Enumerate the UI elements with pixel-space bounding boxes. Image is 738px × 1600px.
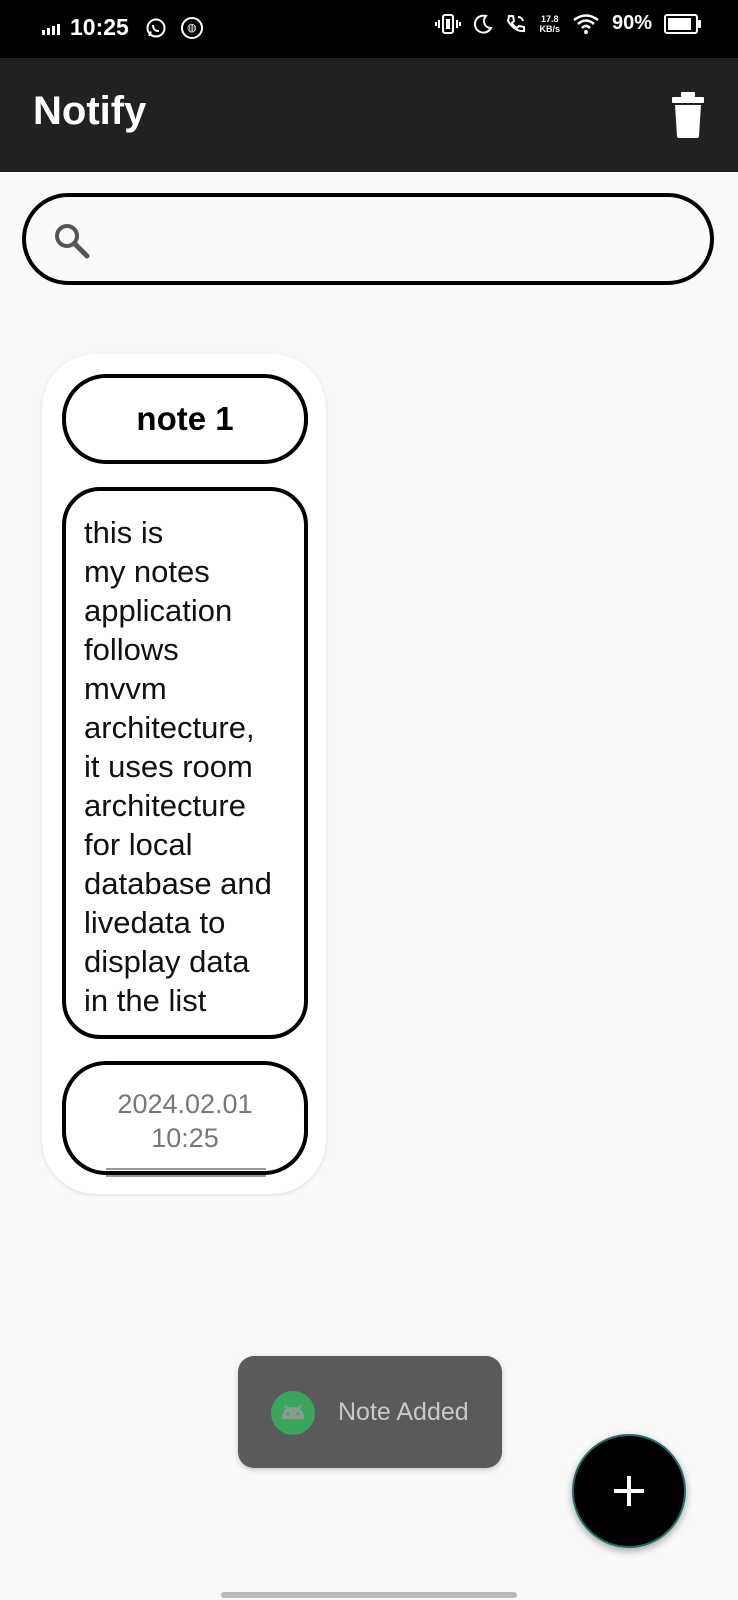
signal-icon	[42, 21, 60, 35]
wifi-icon	[573, 13, 599, 34]
search-bar[interactable]	[22, 193, 714, 285]
app-bar: Notify	[0, 58, 738, 172]
whatsapp-icon	[146, 18, 166, 37]
timestamp-underline	[106, 1168, 266, 1177]
status-time: 10:25	[70, 14, 129, 40]
toast-message: Note Added	[338, 1398, 469, 1426]
note-body-line: architecture,	[84, 710, 255, 745]
do-not-disturb-icon	[474, 14, 494, 34]
note-body-line: livedata to	[84, 905, 226, 940]
plus-icon	[614, 1476, 644, 1506]
note-body-line: in the list	[84, 983, 207, 1018]
battery-icon	[664, 13, 701, 34]
vibrate-icon	[435, 13, 462, 34]
status-bar: 10:25 ◍ 17.8 KB/s 90%	[0, 0, 738, 58]
note-timestamp: 2024.02.01 10:25	[62, 1061, 308, 1177]
note-body-line: architecture	[84, 788, 246, 823]
search-icon	[55, 224, 90, 259]
note-body-line: my notes	[84, 554, 210, 589]
search-input[interactable]	[106, 211, 690, 269]
add-note-button[interactable]	[572, 1434, 686, 1548]
network-speed-value: 17.8	[540, 13, 559, 24]
note-time: 10:25	[151, 1123, 219, 1153]
battery-percent: 90%	[611, 12, 652, 34]
gesture-navigation-bar[interactable]	[221, 1592, 517, 1598]
toast: Note Added	[238, 1356, 502, 1468]
status-bar-left: 10:25 ◍	[42, 14, 203, 41]
network-speed-unit: KB/s	[539, 23, 560, 34]
trash-icon	[672, 92, 704, 138]
app-notification-icon: ◍	[180, 16, 203, 39]
delete-all-button[interactable]	[668, 91, 708, 139]
android-icon	[271, 1391, 315, 1435]
note-body-line: mvvm	[84, 671, 167, 706]
wifi-calling-icon	[507, 14, 526, 32]
note-body-line: display data	[84, 944, 250, 979]
battery-fill	[668, 17, 691, 30]
note-body-line: follows	[84, 632, 179, 667]
note-body-line: application	[84, 593, 233, 628]
note-title: note 1	[62, 374, 308, 464]
note-body-line: database and	[84, 866, 272, 901]
note-body-line: it uses room	[84, 749, 253, 784]
note-body-line: this is	[84, 515, 164, 550]
app-title: Notify	[33, 89, 147, 133]
note-body-line: for local	[84, 827, 193, 862]
note-date: 2024.02.01	[117, 1089, 253, 1119]
network-speed: 17.8 KB/s	[539, 14, 560, 34]
status-bar-right: 17.8 KB/s 90%	[435, 12, 701, 35]
note-body: this is my notes application follows mvv…	[62, 487, 308, 1039]
note-card[interactable]: note 1 this is my notes application foll…	[42, 354, 326, 1194]
